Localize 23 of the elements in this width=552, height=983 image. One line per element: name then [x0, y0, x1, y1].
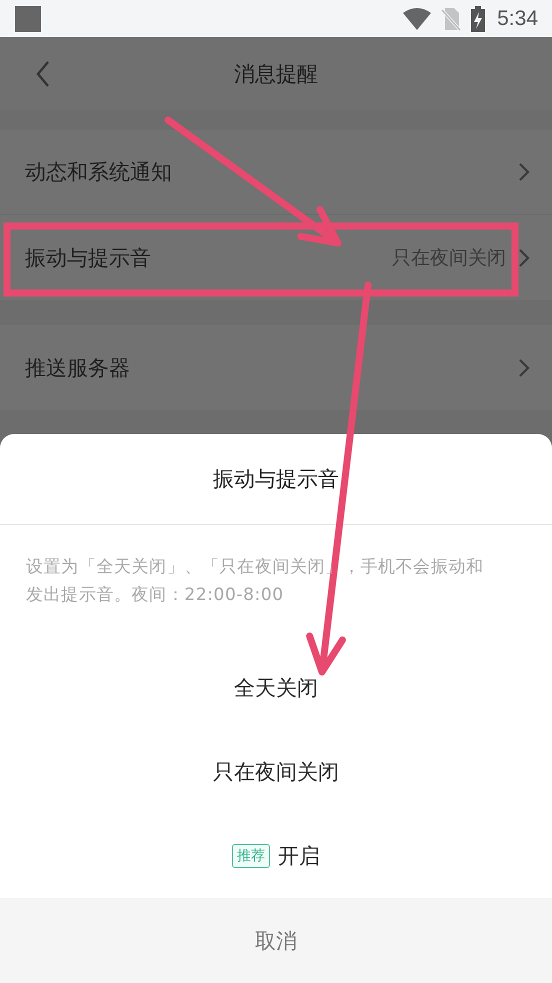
notification-icon	[15, 6, 41, 32]
chevron-icon	[518, 248, 530, 268]
row-label: 振动与提示音	[25, 244, 152, 272]
option-button[interactable]: 推荐 开启	[232, 842, 320, 870]
option-label: 开启	[278, 843, 320, 870]
back-icon	[36, 60, 50, 86]
settings-row[interactable]: 动态和系统通知	[0, 130, 552, 215]
option-button[interactable]: 只在夜间关闭	[213, 758, 339, 786]
row-label: 动态和系统通知	[25, 159, 173, 186]
clock-time: 5:34	[497, 6, 538, 30]
recommended-badge: 推荐	[232, 844, 270, 868]
no-sim-icon	[441, 6, 462, 30]
settings-row[interactable]: 推送服务器	[0, 325, 552, 410]
wifi-icon	[403, 8, 432, 30]
sheet-title: 振动与提示音	[213, 466, 339, 493]
option-button[interactable]: 全天关闭	[234, 674, 318, 702]
chevron-icon	[518, 358, 530, 378]
cancel-button[interactable]: 取消	[0, 898, 552, 983]
row-label: 推送服务器	[25, 354, 131, 382]
chevron-icon	[518, 162, 530, 182]
battery-icon	[471, 6, 486, 32]
page-title: 消息提醒	[234, 62, 318, 86]
row-value: 只在夜间关闭	[392, 246, 506, 270]
